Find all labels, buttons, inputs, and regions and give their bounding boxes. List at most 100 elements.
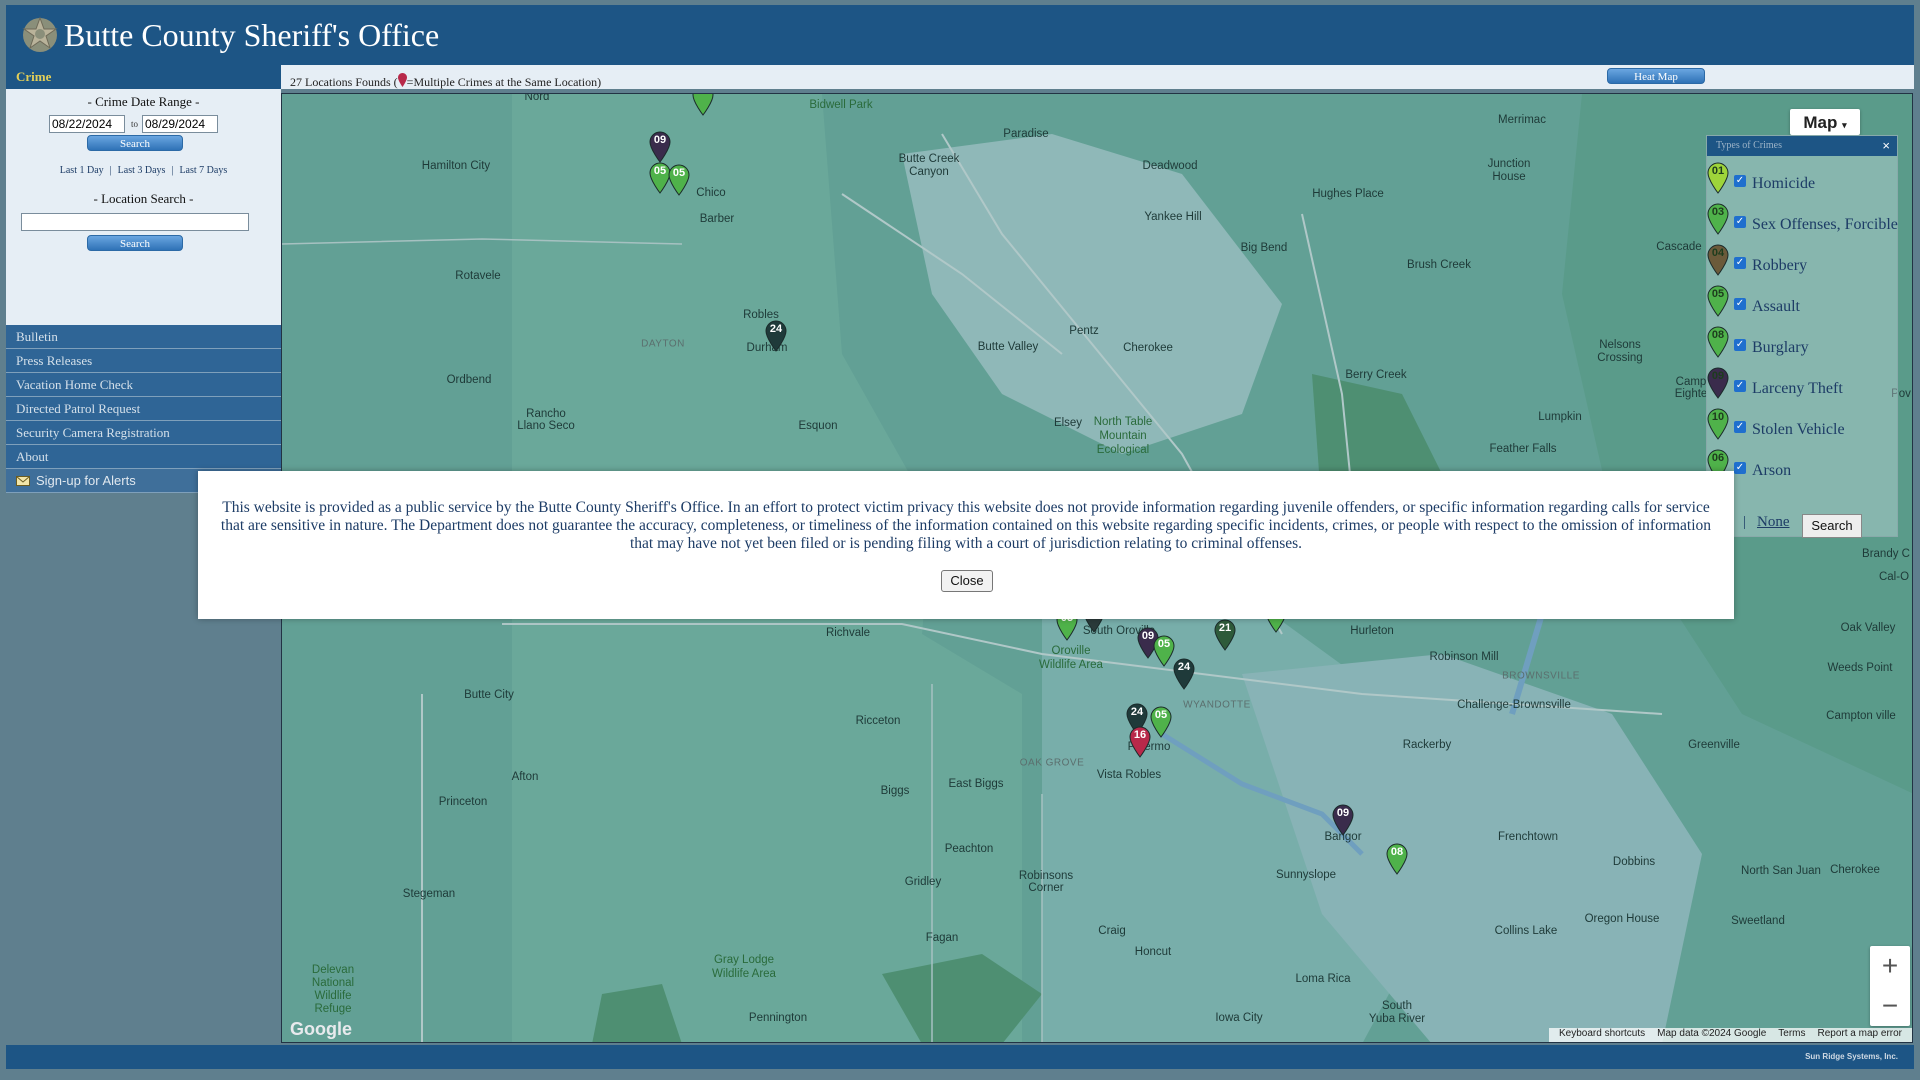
map-place-label: DAYTON: [641, 338, 685, 350]
crime-type-checkbox[interactable]: ✓: [1734, 298, 1746, 310]
map-place-label: Butte Valley: [977, 341, 1039, 353]
map-place-label: Brush Creek: [1407, 259, 1471, 271]
site-title: Butte County Sheriff's Office: [64, 17, 440, 53]
date-from-input[interactable]: [49, 115, 125, 133]
crime-marker[interactable]: 05: [668, 164, 690, 196]
count-legend-text: =Multiple Crimes at the Same Location): [406, 75, 602, 89]
map-place-label: Ricceton: [855, 715, 901, 727]
zoom-out-button[interactable]: −: [1870, 986, 1910, 1026]
date-to-input[interactable]: [142, 115, 218, 133]
map-place-label: Bidwell Park: [809, 99, 873, 111]
sidebar-item-about[interactable]: About: [6, 445, 281, 469]
crime-search-panel: - Crime Date Range - to Search Last 1 Da…: [6, 89, 281, 325]
crime-type-code: 04: [1711, 247, 1725, 259]
crime-marker[interactable]: 08: [1386, 843, 1408, 875]
count-text: 27 Locations Founds (: [290, 75, 398, 89]
heat-map-button[interactable]: Heat Map: [1607, 68, 1705, 84]
map-place-label: Afton: [511, 771, 539, 783]
crime-marker[interactable]: 05: [1150, 706, 1172, 738]
crime-marker[interactable]: 05: [1153, 635, 1175, 667]
map-place-label: OAK GROVE: [1019, 757, 1085, 769]
crime-type-row: 08 ✓ Burglary: [1707, 326, 1907, 366]
location-search-button[interactable]: Search: [87, 235, 183, 251]
map-place-label: Brandy C: [1862, 548, 1910, 560]
keyboard-shortcuts-link[interactable]: Keyboard shortcuts: [1559, 1028, 1645, 1039]
app-window: Butte County Sheriff's Office Crime - Cr…: [6, 5, 1914, 1069]
crime-type-checkbox[interactable]: ✓: [1734, 257, 1746, 269]
map-place-label: Delevan: [311, 964, 355, 976]
map-place-label: Dobbins: [1612, 856, 1656, 868]
map-place-label: Yankee Hill: [1144, 211, 1202, 223]
map-place-label: Wildlife Area: [1039, 659, 1103, 671]
map-place-label: Richvale: [825, 627, 871, 639]
map-place-label: Pentz: [1069, 325, 1099, 337]
sidebar-item-vacation-home-check[interactable]: Vacation Home Check: [6, 373, 281, 397]
crime-type-code: 01: [1711, 165, 1725, 177]
sidebar-item-press-releases[interactable]: Press Releases: [6, 349, 281, 373]
crime-marker[interactable]: 24: [1173, 658, 1195, 690]
crime-type-checkbox[interactable]: ✓: [1734, 421, 1746, 433]
crime-marker[interactable]: 16: [1129, 726, 1151, 758]
last-3-days-link[interactable]: Last 3 Days: [118, 165, 166, 176]
map-place-label: Pennington: [748, 1012, 808, 1024]
location-search-input[interactable]: [21, 213, 249, 231]
crime-type-checkbox[interactable]: ✓: [1734, 462, 1746, 474]
map-place-label: Mountain: [1099, 430, 1147, 442]
crime-type-name: Assault: [1752, 298, 1800, 315]
map-place-label: Cal-O: [1878, 571, 1910, 583]
sidebar-item-security-camera-registration[interactable]: Security Camera Registration: [6, 421, 281, 445]
map-attribution: Keyboard shortcuts Map data ©2024 Google T…: [1548, 1028, 1912, 1042]
caret-down-icon: ▾: [1842, 120, 1847, 130]
map-place-label: Cascade: [1656, 241, 1702, 253]
location-search-heading: - Location Search -: [93, 191, 194, 206]
crime-type-name: Arson: [1752, 462, 1792, 479]
envelope-icon: [16, 475, 30, 486]
none-link[interactable]: None: [1757, 514, 1790, 531]
crime-type-code: 08: [1711, 329, 1725, 341]
map-place-label: Nelsons: [1599, 339, 1641, 351]
map-place-label: WYANDOTTE: [1183, 699, 1251, 711]
map-place-label: Frenchtown: [1497, 831, 1559, 843]
crime-type-name: Larceny Theft: [1752, 380, 1843, 397]
last-1-day-link[interactable]: Last 1 Day: [60, 165, 104, 176]
crime-type-checkbox[interactable]: ✓: [1734, 380, 1746, 392]
crime-types-search-button[interactable]: Search: [1802, 514, 1862, 538]
tab-crime[interactable]: Crime: [6, 65, 281, 89]
site-footer: Sun Ridge Systems, Inc.: [6, 1045, 1914, 1069]
map-type-dropdown[interactable]: Map ▾: [1790, 109, 1860, 135]
map-place-label: Biggs: [880, 785, 910, 797]
last-7-days-link[interactable]: Last 7 Days: [179, 165, 227, 176]
map-place-label: Rotavele: [455, 270, 501, 282]
sidebar-item-directed-patrol-request[interactable]: Directed Patrol Request: [6, 397, 281, 421]
crime-marker[interactable]: 09: [649, 131, 671, 163]
disclaimer-text: This website is provided as a public ser…: [220, 499, 1712, 552]
map-place-label: Barber: [699, 213, 735, 225]
multi-pin-icon: [397, 73, 407, 87]
map-place-label: Gridley: [904, 876, 942, 888]
crime-type-checkbox[interactable]: ✓: [1734, 175, 1746, 187]
separator: |: [1743, 514, 1747, 530]
zoom-in-button[interactable]: +: [1870, 946, 1910, 986]
date-search-button[interactable]: Search: [87, 135, 183, 151]
crime-type-checkbox[interactable]: ✓: [1734, 339, 1746, 351]
crime-marker-label: 05: [1154, 709, 1168, 721]
crime-type-checkbox[interactable]: ✓: [1734, 216, 1746, 228]
map-place-label: Canyon: [909, 166, 949, 178]
map-place-label: Challenge-Brownsville: [1457, 699, 1571, 711]
crime-marker[interactable]: 24: [765, 320, 787, 352]
alerts-label: Sign-up for Alerts: [36, 472, 136, 488]
crime-type-name: Robbery: [1752, 257, 1808, 274]
close-button[interactable]: Close: [941, 570, 993, 592]
sidebar-item-bulletin[interactable]: Bulletin: [6, 325, 281, 349]
crime-marker[interactable]: 21: [1214, 619, 1236, 651]
crime-marker[interactable]: 09: [1332, 804, 1354, 836]
footer-brand: Sun Ridge Systems, Inc.: [1805, 1052, 1898, 1061]
crime-marker[interactable]: [692, 94, 714, 116]
crime-type-row: 03 ✓ Sex Offenses, Forcible: [1707, 203, 1907, 243]
terms-link[interactable]: Terms: [1778, 1028, 1805, 1039]
map-place-label: Feather Falls: [1489, 443, 1557, 455]
report-map-error-link[interactable]: Report a map error: [1818, 1028, 1902, 1039]
map-place-label: Vista Robles: [1096, 769, 1162, 781]
crime-marker-label: 21: [1218, 622, 1232, 634]
close-icon[interactable]: ×: [1882, 136, 1890, 156]
